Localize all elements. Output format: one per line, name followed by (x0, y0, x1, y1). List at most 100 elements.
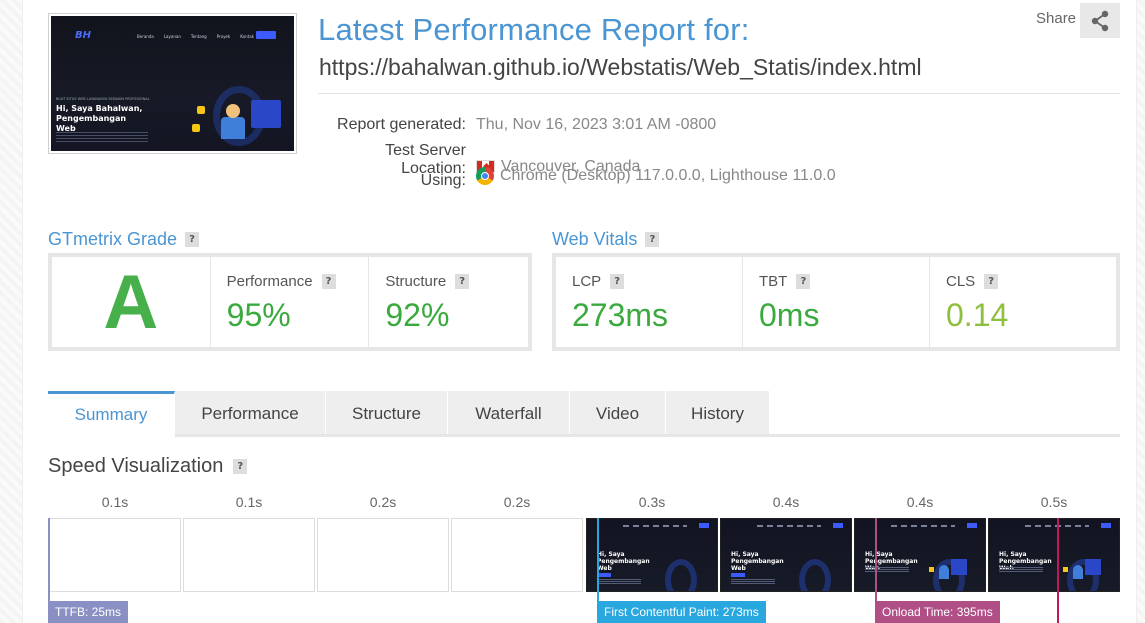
thumbnail-nav-item: Kontak (240, 34, 254, 39)
tab-waterfall[interactable]: Waterfall (448, 391, 570, 436)
speed-visualization-heading: Speed Visualization ? (48, 455, 248, 478)
metric-label-text: Performance (226, 273, 313, 290)
metric-label: LCP? (572, 273, 625, 290)
thumbnail-nav-item: Tentang (190, 34, 207, 39)
tabs-underline (175, 434, 1120, 437)
web-vitals-panel: LCP? 273ms TBT? 0ms CLS? 0.14 (552, 253, 1120, 351)
chrome-icon (476, 167, 494, 185)
frame-time: 0.1s (101, 494, 129, 510)
filmstrip-frame[interactable] (451, 518, 583, 592)
frame-heading: Hi, SayaPengembanganWeb (597, 551, 650, 572)
fcp-marker: First Contentful Paint: 273ms (597, 601, 766, 623)
frame-time: 0.1s (235, 494, 263, 510)
tab-structure[interactable]: Structure (326, 391, 448, 436)
thumbnail-code-card (251, 100, 281, 128)
page-screenshot-thumbnail[interactable]: BH Beranda Layanan Tentang Proyek Kontak… (48, 13, 297, 154)
meta-label: Using: (420, 172, 466, 189)
cls-cell: CLS? 0.14 (930, 257, 1116, 347)
report-url: https://bahalwan.github.io/Webstatis/Web… (319, 54, 922, 80)
filmstrip-frame[interactable]: Hi, SayaPengembanganWeb (720, 518, 852, 592)
thumbnail-person-body (221, 117, 245, 139)
meta-value: Thu, Nov 16, 2023 3:01 AM -0800 (476, 116, 716, 134)
meta-value-text: Thu, Nov 16, 2023 3:01 AM -0800 (476, 116, 717, 133)
help-icon[interactable]: ? (233, 459, 248, 474)
thumbnail-heading: Hi, Saya Bahalwan, Pengembangan Web (56, 104, 142, 134)
filmstrip-frame[interactable]: Hi, SayaPengembanganWeb (988, 518, 1120, 592)
frame-time: 0.5s (1040, 494, 1068, 510)
tab-video[interactable]: Video (570, 391, 666, 436)
page-margin-right (1136, 0, 1145, 623)
help-icon[interactable]: ? (645, 232, 660, 247)
web-vitals-heading: Web Vitals ? (552, 229, 660, 250)
thumbnail-preview: BH Beranda Layanan Tentang Proyek Kontak… (51, 16, 294, 151)
frame-time: 0.4s (906, 494, 934, 510)
filmstrip-frame[interactable]: Hi, SayaPengembanganWeb (854, 518, 986, 592)
share-button[interactable] (1080, 3, 1120, 38)
thumbnail-decor-icon (197, 106, 205, 114)
structure-cell: Structure? 92% (369, 257, 529, 347)
gtmetrix-grade-panel: A Performance? 95% Structure? 92% (48, 253, 532, 351)
filmstrip-frame[interactable] (317, 518, 449, 592)
thumbnail-tagline: BUAT SITUS WEB LAYANANYA SEMAKIN PROFESI… (56, 97, 150, 101)
page-margin-left (0, 0, 23, 623)
share-icon (1091, 10, 1109, 31)
thumbnail-logo: BH (75, 30, 91, 41)
lcp-cell: LCP? 273ms (556, 257, 742, 347)
frame-time: 0.2s (503, 494, 531, 510)
metric-label-text: TBT (759, 273, 788, 290)
metric-label-text: LCP (572, 273, 602, 290)
help-icon[interactable]: ? (984, 274, 999, 289)
meta-label: Report generated: (337, 116, 466, 133)
thumbnail-heading-line: Hi, Saya Bahalwan, (56, 104, 143, 113)
thumbnail-paragraph (56, 132, 148, 144)
filmstrip-frame[interactable]: Hi, SayaPengembanganWeb (586, 518, 718, 592)
report-tabs: Summary Performance Structure Waterfall … (48, 391, 770, 436)
tab-history[interactable]: History (666, 391, 770, 436)
thumbnail-decor-icon (192, 124, 200, 132)
ttfb-marker: TTFB: 25ms (48, 601, 129, 623)
metric-label-text: CLS (946, 273, 976, 290)
help-icon[interactable]: ? (321, 274, 336, 289)
tbt-value: 0ms (759, 297, 820, 333)
help-icon[interactable]: ? (455, 274, 470, 289)
thumbnail-nav: Beranda Layanan Tentang Proyek Kontak (137, 34, 254, 39)
meta-using: Using: Chrome (Desktop) 117.0.0.0, Lighth… (318, 167, 836, 190)
page-title: Latest Performance Report for: (318, 12, 750, 47)
help-icon[interactable]: ? (185, 232, 200, 247)
meta-value: Chrome (Desktop) 117.0.0.0, Lighthouse 1… (476, 167, 836, 185)
meta-value-text: Chrome (Desktop) 117.0.0.0, Lighthouse 1… (500, 167, 836, 184)
frame-time: 0.4s (772, 494, 800, 510)
tbt-cell: TBT? 0ms (743, 257, 929, 347)
frame-time: 0.3s (638, 494, 666, 510)
help-icon[interactable]: ? (610, 274, 625, 289)
help-icon[interactable]: ? (796, 274, 811, 289)
meta-report-generated: Report generated: Thu, Nov 16, 2023 3:01 … (318, 116, 716, 134)
gtmetrix-grade-heading: GTmetrix Grade ? (48, 229, 200, 250)
tab-summary[interactable]: Summary (48, 391, 175, 436)
thumbnail-nav-item: Proyek (216, 34, 231, 39)
filmstrip-frame[interactable] (49, 518, 181, 592)
performance-score: 95% (226, 297, 291, 333)
grade-cell: A (52, 257, 210, 347)
metric-label: TBT? (759, 273, 811, 290)
section-title: Web Vitals (552, 229, 638, 249)
onload-marker: Onload Time: 395ms (875, 601, 1000, 623)
thumbnail-nav-item: Layanan (163, 34, 181, 39)
grade-letter: A (103, 260, 159, 345)
filmstrip-frame[interactable] (183, 518, 315, 592)
lcp-value: 273ms (572, 297, 669, 333)
metric-label-text: Structure (385, 273, 447, 290)
tab-performance[interactable]: Performance (175, 391, 326, 436)
share-label: Share (1036, 10, 1077, 27)
performance-cell: Performance? 95% (210, 257, 369, 347)
thumbnail-heading-line: Pengembangan (56, 114, 127, 123)
thumbnail-cta (256, 31, 276, 39)
lcp-line (1057, 518, 1059, 623)
metric-label: Structure? (385, 273, 470, 290)
frame-heading: Hi, SayaPengembanganWeb (731, 551, 784, 572)
thumbnail-person-head (226, 104, 240, 118)
frame-time: 0.2s (369, 494, 397, 510)
section-title: Speed Visualization (48, 455, 224, 477)
section-title: GTmetrix Grade (48, 229, 178, 249)
metric-label: Performance? (227, 273, 336, 290)
